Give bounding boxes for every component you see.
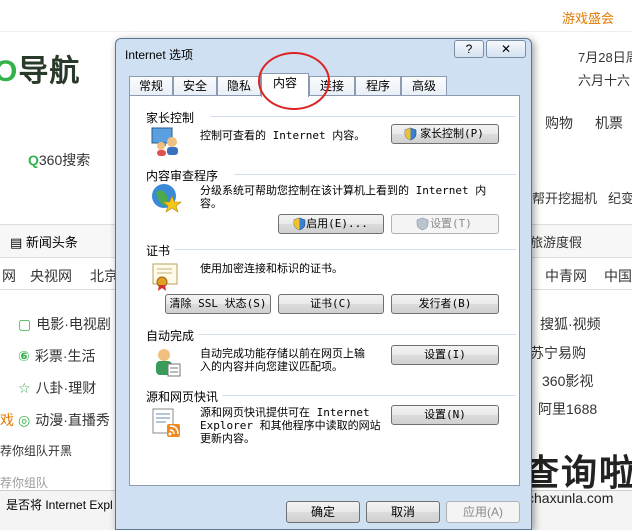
china-link[interactable]: 中国 — [604, 266, 632, 286]
cyol-link[interactable]: 中青网 — [545, 266, 587, 286]
right-link-1688[interactable]: 阿里1688 — [538, 399, 597, 419]
content-advisor-icon — [152, 184, 182, 213]
section-divider — [174, 249, 516, 250]
tab-programs[interactable]: 程序 — [355, 76, 401, 96]
watermark-url: chaxunla.com — [527, 490, 614, 506]
date-block: 7月28日周 六月十六 — [578, 46, 632, 92]
apply-button[interactable]: 应用(A) — [446, 501, 520, 523]
cctv-link[interactable]: 央视网 — [30, 266, 72, 286]
search-logo[interactable]: Q360搜索 — [28, 150, 90, 170]
side-item-movies[interactable]: ▢ 电影·电视剧 — [18, 314, 111, 334]
side-item-gossip[interactable]: ☆ 八卦·理财 — [18, 378, 96, 398]
right-link-sohu[interactable]: 搜狐·视频 — [540, 314, 601, 334]
watermark-title: 查询啦 — [523, 452, 632, 493]
publishers-button[interactable]: 发行者(B) — [391, 294, 499, 314]
right-link-suning[interactable]: 苏宁易购 — [530, 343, 586, 363]
game-link[interactable]: 游戏盛会 — [562, 8, 614, 27]
travel-link[interactable]: 旅游度假 — [530, 232, 582, 251]
close-button[interactable]: ✕ — [486, 40, 526, 58]
parental-control-icon — [151, 127, 178, 156]
cancel-button[interactable]: 取消 — [366, 501, 440, 523]
shield-icon — [404, 127, 417, 141]
feeds-description-line1: 源和网页快讯提供可在 Internet — [200, 406, 370, 419]
certificates-button[interactable]: 证书(C) — [278, 294, 384, 314]
section-heading-autocomplete: 自动完成 — [146, 327, 516, 344]
tab-advanced[interactable]: 高级 — [401, 76, 447, 96]
tab-privacy[interactable]: 隐私 — [217, 76, 261, 96]
section-divider — [222, 395, 516, 396]
feeds-settings-button[interactable]: 设置(N) — [391, 405, 499, 425]
top-bar — [0, 0, 632, 32]
autocomplete-description-line1: 自动完成功能存储以前在网页上输 — [200, 347, 365, 360]
advisor-description-line2: 容。 — [200, 197, 222, 210]
date-line: 7月28日周 — [578, 50, 632, 65]
advisor-description-line1: 分级系统可帮助您控制在该计算机上看到的 Internet 内 — [200, 184, 487, 197]
beijing-link[interactable]: 北京 — [90, 266, 118, 286]
shield-icon — [416, 217, 429, 231]
ok-button[interactable]: 确定 — [286, 501, 360, 523]
tv-icon: ▢ — [18, 316, 32, 332]
autocomplete-description-line2: 入的内容并向您建议匹配项。 — [200, 360, 343, 373]
search-360-icon: Q — [28, 152, 39, 168]
highlight-circle — [258, 52, 330, 110]
promo-text-2: 荐你组队 — [0, 476, 49, 490]
autocomplete-icon — [156, 349, 181, 377]
internet-options-dialog: Internet 选项 ? ✕ 常规 安全 隐私 内容 连接 程序 高级 家长控… — [115, 38, 532, 530]
autocomplete-settings-button[interactable]: 设置(I) — [391, 345, 499, 365]
section-divider — [210, 116, 516, 117]
promo-text[interactable]: 荐你组队开黑 — [0, 442, 72, 459]
tab-security[interactable]: 安全 — [173, 76, 217, 96]
ie-notification-text: 是否将 Internet Expl — [6, 498, 113, 512]
content-tab-panel: 家长控制 控制可查看的 Internet 内容。 家长控制(P) 内容审查程序 … — [129, 95, 520, 486]
hot-link[interactable]: 帮开挖掘机 — [532, 188, 597, 207]
parental-control-button[interactable]: 家长控制(P) — [391, 124, 499, 144]
news-icon: ▤ — [10, 235, 26, 250]
advisor-settings-button[interactable]: 设置(T) — [391, 214, 499, 234]
parental-description: 控制可查看的 Internet 内容。 — [200, 129, 366, 142]
feeds-icon — [152, 408, 180, 437]
news-tab[interactable]: ▤ 新闻头条 — [10, 232, 78, 251]
feeds-description-line2: Explorer 和其他程序中读取的网站 — [200, 419, 381, 432]
tab-general[interactable]: 常规 — [129, 76, 173, 96]
certificates-description: 使用加密连接和标识的证书。 — [200, 262, 343, 275]
section-divider — [198, 334, 516, 335]
help-button[interactable]: ? — [454, 40, 484, 58]
certificate-icon — [152, 263, 178, 291]
section-divider — [234, 174, 516, 175]
enable-advisor-button[interactable]: 启用(E)... — [278, 214, 384, 234]
flights-link[interactable]: 机票 — [595, 113, 623, 133]
shopping-link[interactable]: 购物 — [545, 113, 573, 133]
right-link-360[interactable]: 360影视 — [542, 371, 593, 391]
section-heading-feeds: 源和网页快讯 — [146, 388, 516, 405]
side-item-anime[interactable]: ◎ 动漫·直播秀 — [18, 410, 110, 430]
hot-link-2[interactable]: 纪变 — [608, 188, 632, 207]
lottery-icon: ⑥ — [18, 348, 30, 364]
feeds-description-line3: 更新内容。 — [200, 432, 255, 445]
dialog-title: Internet 选项 — [125, 48, 194, 62]
lunar-date-line: 六月十六 — [578, 73, 631, 88]
shield-icon — [293, 217, 306, 231]
nav-link[interactable]: 网 — [2, 266, 16, 286]
star-icon: ☆ — [18, 380, 31, 396]
anime-icon: ◎ — [18, 412, 31, 428]
side-item-lottery[interactable]: ⑥ 彩票·生活 — [18, 346, 96, 366]
site-logo[interactable]: O导航 — [0, 46, 80, 90]
logo-o-icon: O — [0, 55, 19, 88]
clear-ssl-state-button[interactable]: 清除 SSL 状态(S) — [165, 294, 271, 314]
left-fragment: 戏 — [0, 412, 14, 428]
section-heading-certificates: 证书 — [146, 242, 516, 259]
